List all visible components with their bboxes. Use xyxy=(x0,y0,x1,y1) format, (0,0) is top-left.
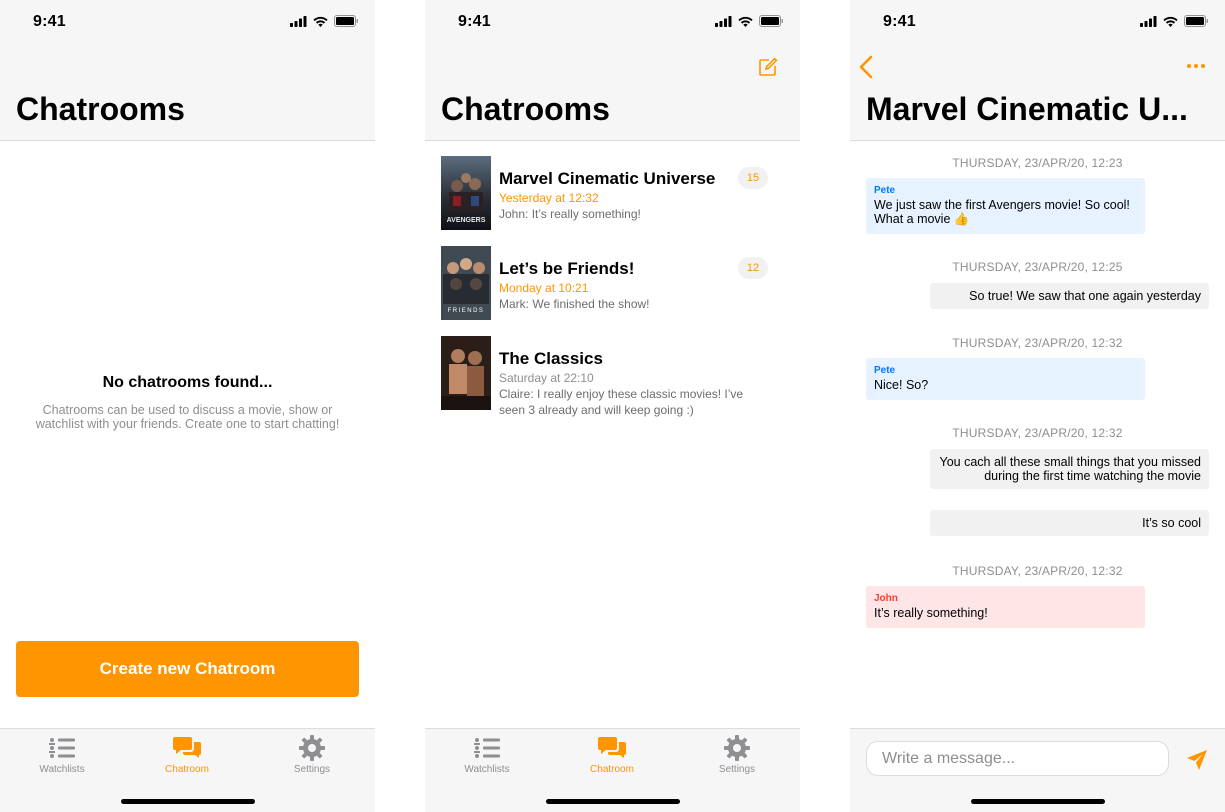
send-icon[interactable] xyxy=(1186,749,1208,771)
cellular-icon xyxy=(290,15,307,27)
chatroom-last-message: Mark: We finished the show! xyxy=(499,297,650,311)
chatroom-time: Monday at 10:21 xyxy=(499,281,589,295)
chatroom-row[interactable]: The Classics Saturday at 22:10 Claire: I… xyxy=(441,336,784,417)
cellular-icon xyxy=(715,15,732,27)
home-indicator xyxy=(971,799,1105,804)
chatroom-row[interactable]: AVENGERS Marvel Cinematic Universe Yeste… xyxy=(441,156,784,232)
back-chevron-icon[interactable] xyxy=(857,55,877,79)
tab-label: Settings xyxy=(718,764,756,775)
message-text: We just saw the first Avengers movie! So… xyxy=(874,198,1130,226)
battery-icon xyxy=(759,15,783,27)
status-time: 9:41 xyxy=(883,13,916,30)
message-text: It’s really something! xyxy=(874,606,988,620)
nav-header: 9:41 Chatrooms xyxy=(425,0,800,141)
tab-label: Watchlists xyxy=(39,764,85,775)
message-date: THURSDAY, 23/APR/20, 12:23 xyxy=(952,156,1123,170)
unread-badge: 12 xyxy=(738,257,768,279)
tab-chatroom[interactable]: Chatroom xyxy=(137,735,237,775)
tab-settings[interactable]: Settings xyxy=(687,735,787,775)
wifi-icon xyxy=(738,16,753,27)
compose-icon[interactable] xyxy=(758,57,778,77)
chat-detail-screen: 9:41 Marvel Cinematic U... THURSDAY, 23/… xyxy=(850,0,1225,812)
incoming-message: John It’s really something! xyxy=(866,586,1145,628)
outgoing-message: It’s so cool xyxy=(930,510,1209,536)
wifi-icon xyxy=(1163,16,1178,27)
tab-label: Chatroom xyxy=(590,764,634,775)
list-icon xyxy=(49,738,75,758)
friends-poster-image: FRIENDS xyxy=(441,246,491,320)
status-icons xyxy=(1140,15,1209,27)
cellular-icon xyxy=(1140,15,1157,27)
message-date: THURSDAY, 23/APR/20, 12:32 xyxy=(952,426,1123,440)
svg-text:AVENGERS: AVENGERS xyxy=(447,217,486,224)
tab-watchlists[interactable]: Watchlists xyxy=(437,735,537,775)
tab-settings[interactable]: Settings xyxy=(262,735,362,775)
gear-icon xyxy=(724,735,750,761)
list-icon xyxy=(474,738,500,758)
chat-bubbles-icon xyxy=(598,737,626,758)
chatroom-name: Let’s be Friends! xyxy=(499,259,635,278)
avengers-poster-image: AVENGERS xyxy=(441,156,491,230)
message-text: You cach all these small things that you… xyxy=(939,455,1202,483)
svg-text:FRIENDS: FRIENDS xyxy=(448,308,485,314)
empty-state-description: Chatrooms can be used to discuss a movie… xyxy=(35,403,340,431)
create-chatroom-button[interactable]: Create new Chatroom xyxy=(16,641,359,697)
tab-bar: Watchlists Chatroom Settings xyxy=(0,728,375,812)
chatroom-time: Saturday at 22:10 xyxy=(499,371,594,385)
message-input[interactable] xyxy=(866,741,1169,776)
message-text: It’s so cool xyxy=(1142,516,1201,530)
tab-bar: Watchlists Chatroom Settings xyxy=(425,728,800,812)
status-icons xyxy=(715,15,784,27)
chatroom-row[interactable]: FRIENDS Let’s be Friends! Monday at 10:2… xyxy=(441,246,784,322)
gear-icon xyxy=(299,735,325,761)
page-title: Marvel Cinematic U... xyxy=(866,91,1188,127)
tab-watchlists[interactable]: Watchlists xyxy=(12,735,112,775)
message-date: THURSDAY, 23/APR/20, 12:32 xyxy=(952,336,1123,350)
chatroom-name: Marvel Cinematic Universe xyxy=(499,169,716,188)
incoming-message: Pete We just saw the first Avengers movi… xyxy=(866,178,1145,234)
chatrooms-list-screen: 9:41 Chatrooms AVENGERS Marvel Cinematic… xyxy=(425,0,800,812)
status-time: 9:41 xyxy=(33,13,66,30)
chatrooms-empty-screen: 9:41 Chatrooms No chatrooms found... Cha… xyxy=(0,0,375,812)
message-date: THURSDAY, 23/APR/20, 12:25 xyxy=(952,260,1123,274)
battery-icon xyxy=(1184,15,1208,27)
page-title: Chatrooms xyxy=(441,91,610,127)
home-indicator xyxy=(546,799,680,804)
tab-chatroom[interactable]: Chatroom xyxy=(562,735,662,775)
nav-header: 9:41 Marvel Cinematic U... xyxy=(850,0,1225,141)
status-time: 9:41 xyxy=(458,13,491,30)
message-text: Nice! So? xyxy=(874,378,929,392)
unread-badge: 15 xyxy=(738,167,768,189)
incoming-message: Pete Nice! So? xyxy=(866,358,1145,400)
tab-label: Watchlists xyxy=(464,764,510,775)
chatroom-time: Yesterday at 12:32 xyxy=(499,191,599,205)
classics-poster-image xyxy=(441,336,491,410)
tab-label: Chatroom xyxy=(165,764,209,775)
message-composer xyxy=(850,728,1225,812)
message-text: So true! We saw that one again yesterday xyxy=(969,289,1201,303)
message-sender: Pete xyxy=(874,185,896,196)
empty-state-title: No chatrooms found... xyxy=(102,374,273,391)
tab-label: Settings xyxy=(293,764,331,775)
chatroom-last-message: Claire: I really enjoy these classic mov… xyxy=(499,387,744,417)
chatroom-name: The Classics xyxy=(499,349,603,368)
status-icons xyxy=(290,15,359,27)
nav-header: 9:41 Chatrooms xyxy=(0,0,375,141)
chat-bubbles-icon xyxy=(173,737,201,758)
wifi-icon xyxy=(313,16,328,27)
home-indicator xyxy=(121,799,255,804)
message-date: THURSDAY, 23/APR/20, 12:32 xyxy=(952,564,1123,578)
outgoing-message: So true! We saw that one again yesterday xyxy=(930,283,1209,309)
message-sender: John xyxy=(874,593,898,604)
outgoing-message: You cach all these small things that you… xyxy=(930,449,1209,489)
page-title: Chatrooms xyxy=(16,91,185,127)
more-options-icon[interactable] xyxy=(1186,63,1206,69)
message-sender: Pete xyxy=(874,365,896,376)
chatroom-last-message: John: It’s really something! xyxy=(499,207,641,221)
battery-icon xyxy=(334,15,358,27)
